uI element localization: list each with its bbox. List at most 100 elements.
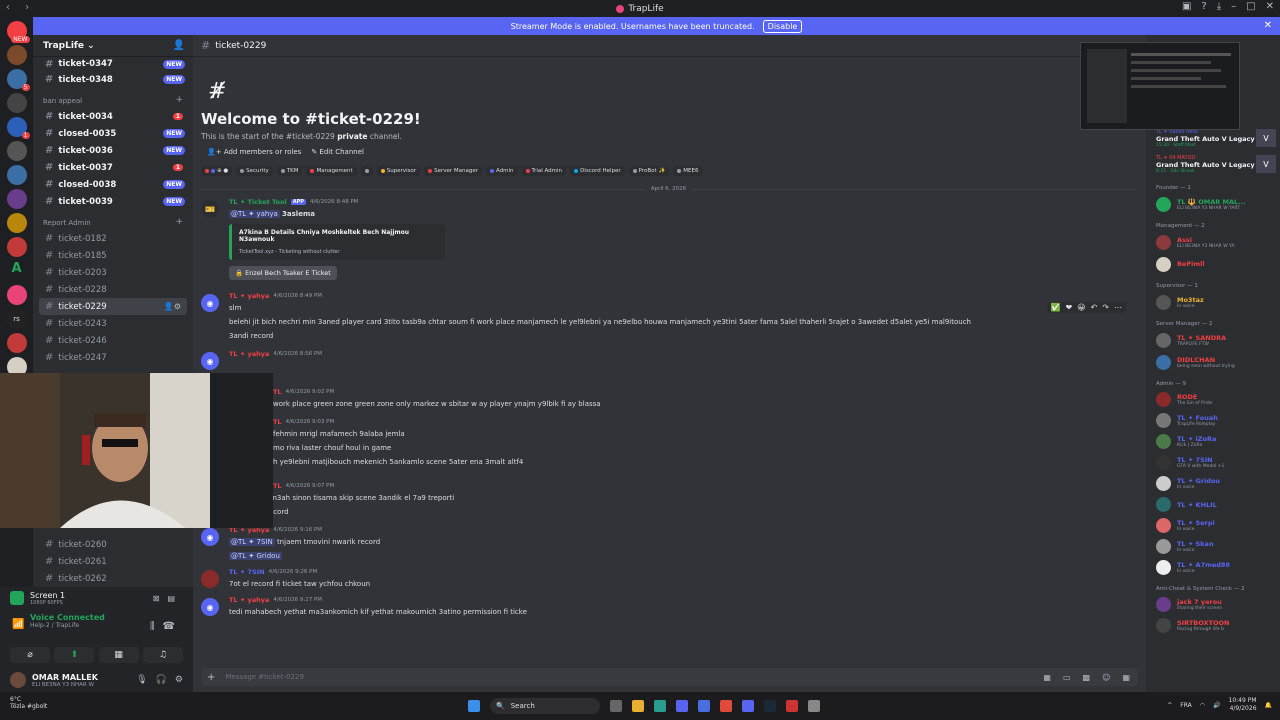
message-input[interactable]: Message #ticket-0229 (225, 673, 304, 681)
message-author[interactable]: TL ✦ yahya (229, 292, 269, 300)
channel-item[interactable]: # ticket-0261 (33, 553, 193, 570)
member-item[interactable]: TL ✦ Skan In voice (1146, 536, 1280, 557)
channel-item[interactable]: # ticket-0246 (33, 332, 193, 349)
channel-item[interactable]: # ticket-0347 NEW (33, 57, 193, 71)
signal-icon[interactable]: 📶 (12, 619, 24, 630)
steam-icon[interactable] (764, 700, 776, 712)
avatar[interactable]: ◉ (201, 352, 219, 370)
nav-arrows[interactable]: ‹ › (6, 2, 35, 13)
minimize-button[interactable]: – (1231, 1, 1236, 12)
disconnect-icon[interactable]: ⫼☎ (150, 621, 183, 632)
channel-item[interactable]: # ticket-0260 (33, 536, 193, 553)
member-item[interactable]: TL ✦ iZoRa Kick | ZoRa (1146, 431, 1280, 452)
wifi-icon[interactable]: ◠ (1200, 702, 1205, 709)
channel-item[interactable]: # ticket-0036 NEW (33, 142, 193, 159)
forward-icon[interactable]: ↷ (1102, 303, 1109, 312)
server-icon[interactable]: 5 (6, 69, 30, 91)
gear-icon[interactable]: ⚙ (175, 675, 183, 685)
role-chip[interactable]: Discord Helper (570, 166, 625, 176)
channel-item[interactable]: # ticket-0034 1 (33, 108, 193, 125)
close-icon[interactable]: ✕ (1264, 20, 1272, 31)
member-item[interactable]: RODE The Sin of Pride (1146, 389, 1280, 410)
taskview-icon[interactable] (610, 700, 622, 712)
member-item[interactable]: BePimll (1146, 253, 1280, 275)
server-header[interactable]: TrapLife ⌄ 👤 (33, 35, 193, 57)
member-item[interactable]: Assi ELI BE3NA Y3 NHAR W YA (1146, 231, 1280, 253)
notification-icon[interactable]: 🔔 (1265, 702, 1272, 709)
server-icon[interactable] (6, 45, 27, 65)
help-icon[interactable]: ? (1201, 1, 1206, 12)
sticker-icon[interactable]: ▩ (1083, 673, 1091, 682)
stream-controls-icon[interactable]: ⊠▤ (153, 594, 183, 603)
channel-item[interactable]: # ticket-0243 (33, 315, 193, 332)
reaction-icon[interactable]: ❤ (1066, 303, 1073, 312)
mention[interactable]: @TL ✦ Gridou (229, 552, 282, 560)
close-window-button[interactable]: ✕ (1266, 1, 1274, 12)
volume-icon[interactable]: 🔊 (1213, 702, 1220, 709)
message-author[interactable]: TL ✦ yahya (229, 596, 269, 604)
role-chip[interactable]: Management (306, 166, 357, 176)
server-icon[interactable] (6, 93, 27, 113)
message-author[interactable]: TL ✦ yahya (229, 350, 269, 358)
role-chip[interactable]: ProBot ✨ (628, 166, 670, 176)
member-item[interactable]: TL ✦ Serpi In voice (1146, 515, 1280, 536)
message-author[interactable]: TL ✦ 7SIN (229, 568, 265, 576)
member-item[interactable]: DIDLCHAN being seen without trying (1146, 351, 1280, 373)
attach-icon[interactable]: + (207, 672, 215, 683)
start-icon[interactable] (468, 700, 480, 712)
channel-item[interactable]: # ticket-0247 (33, 349, 193, 366)
discord-icon[interactable] (742, 700, 754, 712)
edge-icon[interactable] (654, 700, 666, 712)
app-icon[interactable] (698, 700, 710, 712)
server-icon[interactable] (6, 165, 27, 185)
chrome-icon[interactable] (720, 700, 732, 712)
apps-icon[interactable]: ▦ (1122, 673, 1130, 682)
member-item[interactable]: Mo3taz In voice (1146, 291, 1280, 313)
category-header[interactable]: Report Admin + (33, 210, 193, 230)
avatar[interactable]: ◉ (201, 598, 219, 616)
member-item[interactable]: TL ✦ Gridou In voice (1146, 473, 1280, 494)
server-icon[interactable] (6, 141, 27, 161)
message-author[interactable]: TL (273, 388, 282, 396)
category-header[interactable]: ban appeal + (33, 88, 193, 108)
message-author[interactable]: TL (273, 418, 282, 426)
mic-icon[interactable]: 🎙 (136, 675, 147, 685)
server-icon[interactable] (6, 237, 27, 257)
language-indicator[interactable]: FRA (1180, 702, 1191, 709)
weather-widget[interactable]: 6°C Tözla #gbolt (10, 696, 47, 710)
role-chip[interactable]: Server Manager (424, 166, 482, 176)
server-icon[interactable]: A (6, 261, 27, 281)
role-chip[interactable]: Security (236, 166, 273, 176)
channel-item[interactable]: # ticket-0037 1 (33, 159, 193, 176)
app-icon[interactable] (786, 700, 798, 712)
server-icon[interactable]: NEW (6, 21, 30, 43)
role-chip[interactable]: MEE6 (673, 166, 703, 176)
role-chip[interactable]: ⊕ ● (201, 166, 233, 176)
member-item[interactable]: TL ✦ 7SIN GTA V with Medal +1 (1146, 452, 1280, 473)
more-icon[interactable]: ⋯ (1114, 303, 1122, 312)
maximize-button[interactable]: □ (1246, 1, 1255, 12)
role-chip[interactable]: Admin (486, 166, 518, 176)
server-icon[interactable] (6, 333, 27, 353)
server-icon[interactable] (6, 285, 27, 305)
settings-icon[interactable] (808, 700, 820, 712)
server-icon[interactable]: rs (6, 309, 27, 329)
edit-channel-button[interactable]: ✎ Edit Channel (311, 148, 364, 156)
disable-streamer-button[interactable]: Disable (762, 19, 803, 33)
mention[interactable]: @TL ✦ 7SIN (229, 538, 275, 546)
member-item[interactable]: TL ✦ KHLIL (1146, 494, 1280, 515)
mention[interactable]: @TL ✦ yahya (229, 210, 280, 218)
explorer-icon[interactable] (632, 700, 644, 712)
download-icon[interactable]: ⤓ (1217, 1, 1221, 12)
avatar[interactable]: ◉ (201, 294, 219, 312)
activities-button[interactable]: ▦ (98, 647, 139, 663)
avatar[interactable]: 🎫 (201, 200, 219, 218)
member-item[interactable]: TL ✦ SANDRA TRAPLIFE FTW (1146, 329, 1280, 351)
reaction-icon[interactable]: ✅ (1051, 303, 1061, 312)
channel-item[interactable]: # ticket-0182 (33, 230, 193, 247)
search-input[interactable]: 🔍 Search (490, 698, 600, 714)
avatar[interactable]: ◉ (201, 528, 219, 546)
message-author[interactable]: TL (273, 482, 282, 490)
channel-item[interactable]: # ticket-0228 (33, 281, 193, 298)
avatar[interactable] (10, 672, 26, 688)
